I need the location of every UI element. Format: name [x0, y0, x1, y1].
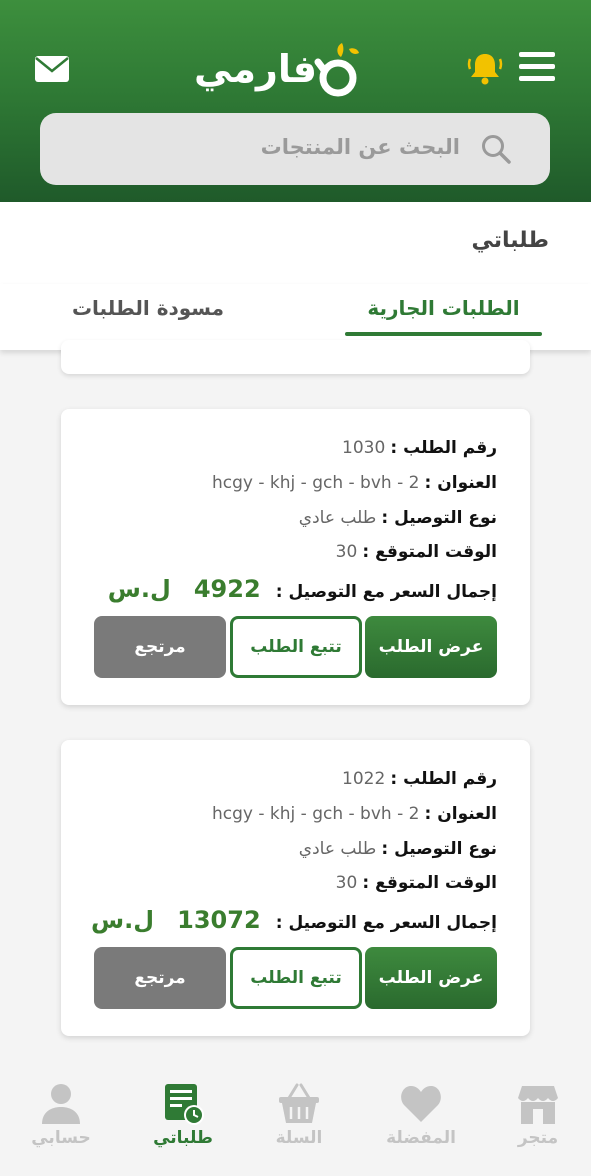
basket-icon — [279, 1083, 319, 1123]
order-number-row: رقم الطلب : 1022 — [342, 769, 497, 789]
order-number-value: 1030 — [342, 438, 386, 458]
nav-item-cart[interactable]: السلة — [244, 1082, 354, 1162]
logo-text: فارمي — [194, 47, 317, 91]
return-order-button[interactable]: مرتجع — [94, 616, 226, 678]
messages-button[interactable] — [34, 54, 70, 84]
expected-time-row: الوقت المتوقع : 30 — [336, 542, 497, 562]
user-icon — [42, 1084, 80, 1124]
nav-item-store[interactable]: متجر — [483, 1082, 591, 1162]
address-label: العنوان : — [424, 804, 497, 824]
menu-button[interactable] — [519, 52, 557, 86]
order-card-partial — [61, 340, 530, 374]
currency-label: ل.س — [91, 906, 155, 934]
total-value: 4922 — [193, 575, 261, 603]
bell-icon — [467, 54, 503, 85]
delivery-type-label: نوع التوصيل : — [381, 839, 497, 859]
notifications-button[interactable] — [467, 50, 503, 86]
total-row: إجمال السعر مع التوصيل : 13072 ل.س — [91, 906, 497, 934]
address-value: hcgy - khj - gch - bvh - 2 — [212, 473, 420, 493]
delivery-type-row: نوع التوصيل : طلب عادي — [299, 839, 497, 859]
address-row: العنوان : hcgy - khj - gch - bvh - 2 — [212, 804, 497, 824]
delivery-type-value: طلب عادي — [298, 508, 377, 528]
order-number-row: رقم الطلب : 1030 — [342, 438, 497, 458]
nav-label-cart: السلة — [275, 1128, 323, 1148]
order-number-value: 1022 — [342, 769, 386, 789]
expected-time-value: 30 — [335, 873, 358, 893]
app-header: فارمي البحث عن المنتجات — [0, 0, 591, 202]
total-label: إجمال السعر مع التوصيل : — [275, 913, 497, 933]
delivery-type-row: نوع التوصيل : طلب عادي — [299, 508, 497, 528]
nav-item-account[interactable]: حسابي — [6, 1082, 116, 1162]
store-icon — [518, 1086, 558, 1124]
active-tab-indicator — [345, 332, 542, 336]
tab-draft-orders[interactable]: مسودة الطلبات — [58, 296, 238, 320]
search-placeholder: البحث عن المنتجات — [260, 135, 460, 159]
order-number-label: رقم الطلب : — [390, 769, 497, 789]
bottom-nav: متجر المفضلة السلة طلباتي حسابي — [0, 1064, 591, 1176]
nav-label-orders: طلباتي — [153, 1128, 213, 1148]
page-title: طلباتي — [471, 228, 549, 253]
expected-time-value: 30 — [335, 542, 358, 562]
track-order-button[interactable]: تتبع الطلب — [230, 947, 362, 1009]
menu-icon — [519, 52, 555, 57]
nav-label-favorites: المفضلة — [386, 1128, 456, 1148]
expected-time-label: الوقت المتوقع : — [362, 542, 497, 562]
nav-item-orders[interactable]: طلباتي — [128, 1082, 238, 1162]
order-card: رقم الطلب : 1022 العنوان : hcgy - khj - … — [61, 740, 530, 1036]
nav-label-account: حسابي — [31, 1128, 91, 1148]
search-input[interactable]: البحث عن المنتجات — [40, 113, 550, 185]
nav-label-store: متجر — [517, 1128, 559, 1148]
delivery-type-value: طلب عادي — [298, 839, 377, 859]
currency-label: ل.س — [107, 575, 171, 603]
view-order-button[interactable]: عرض الطلب — [365, 616, 497, 678]
app-logo: فارمي — [190, 38, 370, 100]
delivery-type-label: نوع التوصيل : — [381, 508, 497, 528]
tab-current-orders[interactable]: الطلبات الجارية — [345, 296, 542, 320]
heart-icon — [401, 1086, 441, 1122]
total-row: إجمال السعر مع التوصيل : 4922 ل.س — [108, 575, 497, 603]
search-icon — [482, 135, 511, 164]
return-order-button[interactable]: مرتجع — [94, 947, 226, 1009]
logo-mark-icon — [314, 43, 359, 97]
track-order-button[interactable]: تتبع الطلب — [230, 616, 362, 678]
address-label: العنوان : — [424, 473, 497, 493]
expected-time-row: الوقت المتوقع : 30 — [336, 873, 497, 893]
order-number-label: رقم الطلب : — [390, 438, 497, 458]
page-title-bar: طلباتي — [0, 202, 591, 284]
address-row: العنوان : hcgy - khj - gch - bvh - 2 — [212, 473, 497, 493]
envelope-icon — [35, 56, 69, 82]
total-label: إجمال السعر مع التوصيل : — [275, 582, 497, 602]
orders-icon — [165, 1084, 204, 1125]
expected-time-label: الوقت المتوقع : — [362, 873, 497, 893]
total-value: 13072 — [177, 906, 261, 934]
address-value: hcgy - khj - gch - bvh - 2 — [212, 804, 420, 824]
nav-item-favorites[interactable]: المفضلة — [366, 1082, 476, 1162]
view-order-button[interactable]: عرض الطلب — [365, 947, 497, 1009]
order-card: رقم الطلب : 1030 العنوان : hcgy - khj - … — [61, 409, 530, 705]
